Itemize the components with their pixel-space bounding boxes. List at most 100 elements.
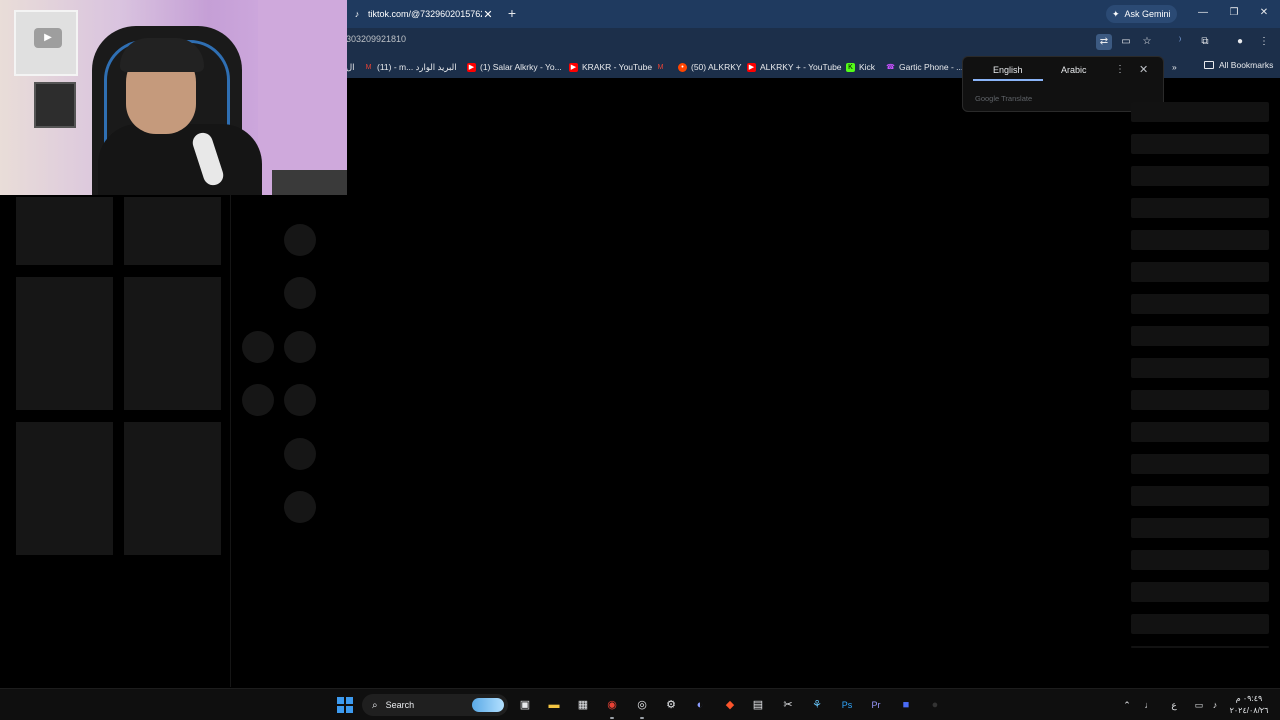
microphone-icon[interactable]: ♩ [1142, 697, 1156, 713]
skeleton-avatar [284, 331, 316, 363]
clock-date: ٢٠٢٤/٠٨/٢٦ [1229, 706, 1269, 715]
skeleton-row [1131, 486, 1269, 506]
new-tab-button[interactable]: + [505, 5, 519, 21]
bookmark-item[interactable]: ▶ ALKRKY + - YouTube [747, 60, 842, 74]
skeleton-row [1131, 102, 1269, 122]
close-window-button[interactable]: ✕ [1256, 5, 1272, 21]
close-tab-icon[interactable]: ✕ [482, 8, 494, 21]
skeleton-row [1131, 134, 1269, 154]
network-icon[interactable]: ▭ [1192, 697, 1206, 713]
bookmark-star-icon[interactable]: ☆ [1139, 34, 1155, 50]
more-bookmarks-button[interactable]: » [1172, 60, 1177, 74]
bookmark-item[interactable]: K Kick [846, 60, 875, 74]
kick-icon: K [846, 62, 855, 72]
tab-arabic[interactable]: Arabic [1061, 65, 1087, 75]
ask-gemini-button[interactable]: ✦ Ask Gemini [1106, 5, 1177, 23]
bookmark-label: ALKRKY + - YouTube [760, 62, 842, 72]
bookmark-label: Gartic Phone - ... [899, 62, 964, 72]
search-highlight-art [472, 698, 504, 712]
install-app-icon[interactable]: ▭ [1118, 34, 1134, 50]
bookmark-label: Kick [859, 62, 876, 72]
bookmark-item[interactable]: • (50) ALKRKY [678, 60, 742, 74]
tiktok-icon: ♪ [354, 9, 360, 19]
bookmark-item[interactable]: M (11) - m... البريد الوارد [364, 60, 457, 74]
youtube-icon: ▶ [747, 62, 756, 72]
discord-icon[interactable]: ◐ [692, 697, 708, 713]
steam-helper-icon[interactable]: ⚙ [663, 697, 679, 713]
chrome-icon[interactable]: ◉ [604, 697, 620, 713]
skeleton-avatar [284, 384, 316, 416]
translate-icon[interactable]: ⇄ [1096, 34, 1112, 50]
active-tab-indicator [973, 79, 1043, 81]
skeleton-row [1131, 390, 1269, 410]
chevron-up-icon[interactable]: ⌃ [1120, 697, 1134, 713]
minimize-button[interactable]: — [1195, 5, 1211, 21]
skeleton-card [16, 197, 113, 265]
skeleton-row [1131, 230, 1269, 250]
task-view-icon[interactable]: ▣ [517, 697, 533, 713]
skeleton-card [124, 277, 221, 410]
store-icon[interactable]: ▦ [575, 697, 591, 713]
extensions-icon[interactable]: ⧉ [1197, 34, 1213, 50]
media-control-icon[interactable]: ⁾ [1172, 34, 1188, 50]
language-indicator[interactable]: ع [1167, 697, 1181, 713]
premiere-icon[interactable]: Pr [868, 697, 884, 713]
skeleton-row [1131, 518, 1269, 538]
bookmark-item[interactable]: ☎ Gartic Phone - ... [886, 60, 963, 74]
address-bar-url[interactable]: 303209921810 [346, 34, 406, 44]
skeleton-card [124, 197, 221, 265]
taskbar-clock[interactable]: ٠٩:٤٩ م ٢٠٢٤/٠٨/٢٦ [1226, 693, 1272, 717]
browser-tab-tiktok[interactable]: ♪ tiktok.com/@7329602015762 ✕ [346, 2, 500, 26]
youtube-icon: ▶ [569, 62, 578, 72]
folder-icon [1204, 61, 1214, 69]
search-label: Search [385, 700, 415, 710]
steam-icon[interactable]: ⚘ [809, 697, 825, 713]
bookmark-label: ال [346, 61, 355, 72]
roblox-icon[interactable]: ■ [898, 697, 914, 713]
hidden-app-icon[interactable]: ● [927, 697, 943, 713]
skeleton-avatar [284, 491, 316, 523]
all-bookmarks-label: All Bookmarks [1219, 60, 1274, 70]
skeleton-avatar [242, 331, 274, 363]
capcut-icon[interactable]: ✂ [780, 697, 796, 713]
skeleton-row [1131, 326, 1269, 346]
tab-english[interactable]: English [993, 65, 1023, 75]
gmail-icon: M [365, 63, 372, 71]
more-options-icon[interactable]: ⋮ [1115, 64, 1125, 75]
silver-play-button-plaque: ▶ [14, 10, 78, 76]
file-explorer-icon[interactable]: ▬ [546, 697, 562, 713]
skeleton-row [1131, 198, 1269, 218]
windows-start-icon[interactable] [337, 697, 353, 713]
skeleton-divider [230, 195, 231, 687]
windows-taskbar: ⌕ Search ▣ ▬ ▦ ◉ ◎ ⚙ ◐ ◆ ▤ ✂ ⚘ Ps Pr ■ ●… [0, 688, 1280, 720]
bookmark-item[interactable]: ال [346, 60, 355, 74]
volume-icon[interactable]: ♪ [1208, 697, 1222, 713]
taskbar-search[interactable]: ⌕ Search [362, 694, 508, 716]
restore-button[interactable]: ❐ [1226, 5, 1242, 21]
profile-avatar-icon[interactable]: ● [1232, 34, 1248, 50]
bookmark-label: (11) - m... البريد الوارد [377, 61, 457, 72]
all-bookmarks-button[interactable]: All Bookmarks [1204, 60, 1273, 70]
streamer-body [98, 124, 262, 195]
gmail-icon: M [657, 63, 664, 71]
browser-menu-icon[interactable]: ⋮ [1256, 34, 1272, 50]
bookmark-item[interactable]: ▶ KRAKR - YouTube [569, 60, 652, 74]
skeleton-row [1131, 262, 1269, 282]
skeleton-card [16, 277, 113, 410]
skeleton-row [1131, 166, 1269, 186]
bookmark-item[interactable]: ▶ (1) Salar Alkrky - Yo... [467, 60, 562, 74]
brave-icon[interactable]: ◆ [722, 697, 738, 713]
skeleton-row [1131, 582, 1269, 602]
obs-icon[interactable]: ◎ [634, 697, 650, 713]
bookmark-label: (1) Salar Alkrky - Yo... [480, 62, 562, 72]
google-translate-brand: Google Translate [975, 94, 1033, 103]
skeleton-row [1131, 550, 1269, 570]
gartic-phone-icon: ☎ [886, 63, 895, 71]
wall-plaque [34, 82, 76, 128]
bookmark-item[interactable]: M [656, 60, 669, 74]
calculator-icon[interactable]: ▤ [750, 697, 766, 713]
photoshop-icon[interactable]: Ps [839, 697, 855, 713]
skeleton-avatar [242, 384, 274, 416]
close-icon[interactable]: ✕ [1139, 63, 1148, 76]
clock-time: ٠٩:٤٩ م [1235, 694, 1263, 703]
